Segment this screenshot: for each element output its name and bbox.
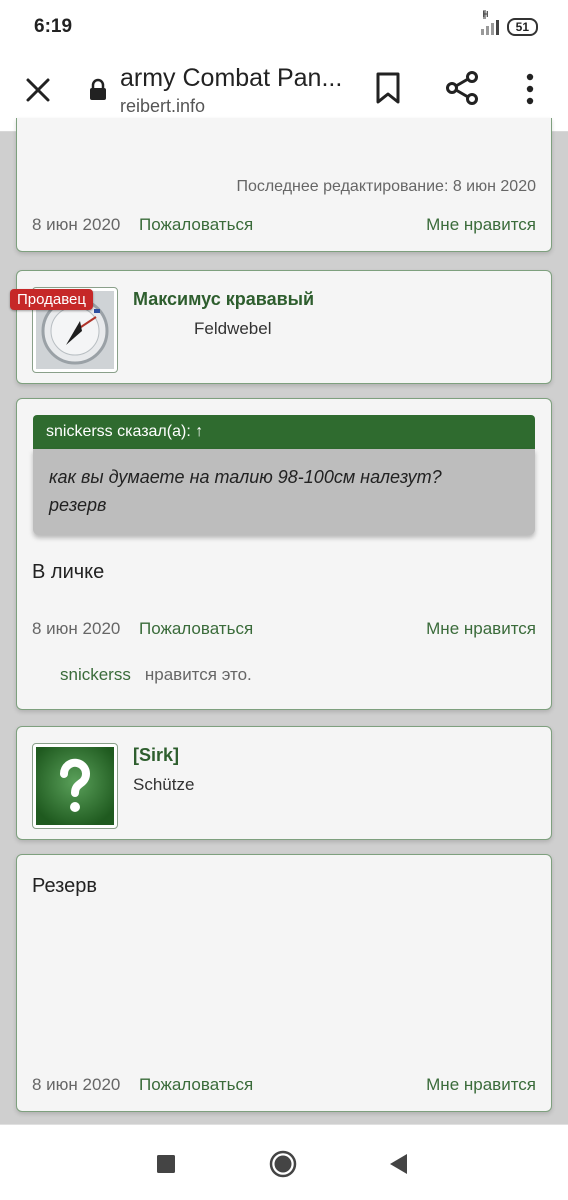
lock-icon	[90, 78, 106, 100]
user-card: [Sirk] Schütze	[16, 726, 552, 840]
post-card: Последнее редактирование: 8 июн 2020 8 и…	[16, 118, 552, 252]
last-edited: Последнее редактирование: 8 июн 2020	[236, 178, 536, 195]
post-text: Резерв	[32, 875, 97, 897]
more-menu-icon[interactable]	[518, 72, 542, 106]
signal-label: H	[482, 10, 489, 19]
like-link[interactable]: Мне нравится	[426, 619, 536, 639]
user-rank: Schütze	[133, 775, 195, 794]
page-url[interactable]: reibert.info	[120, 96, 205, 117]
report-link[interactable]: Пожаловаться	[139, 1075, 253, 1095]
question-mark-avatar-icon	[36, 747, 114, 825]
report-link[interactable]: Пожаловаться	[139, 215, 253, 235]
bookmark-icon[interactable]	[372, 70, 404, 106]
share-icon[interactable]	[444, 70, 480, 106]
report-link[interactable]: Пожаловаться	[139, 619, 253, 639]
likes-summary: snickerss нравится это.	[60, 665, 252, 685]
quote-body: как вы думаете на талию 98-100см налезут…	[33, 449, 535, 535]
post-date[interactable]: 8 июн 2020	[32, 1075, 120, 1095]
quote-header[interactable]: snickerss сказал(а): ↑	[33, 415, 535, 449]
quote-text-line: резерв	[49, 495, 107, 515]
post-card: snickerss сказал(а): ↑ как вы думаете на…	[16, 398, 552, 710]
username[interactable]: Максимус крававый	[133, 289, 314, 310]
post-text: В личке	[32, 561, 105, 583]
system-nav-bar	[0, 1124, 568, 1200]
likes-suffix: нравится это.	[144, 665, 252, 684]
status-time: 6:19	[34, 16, 73, 37]
recents-icon[interactable]	[151, 1149, 181, 1179]
post-card: Резерв 8 июн 2020 Пожаловаться Мне нрави…	[16, 854, 552, 1112]
status-icons: H 51	[480, 10, 538, 36]
post-date[interactable]: 8 июн 2020	[32, 215, 120, 235]
signal-icon: H	[480, 10, 499, 35]
like-link[interactable]: Мне нравится	[426, 1075, 536, 1095]
page-title[interactable]: army Combat Pan...	[120, 64, 342, 93]
user-card: Продавец Максимус крававый Feldwebel	[10, 270, 552, 384]
user-rank: Feldwebel	[194, 319, 272, 338]
post-date[interactable]: 8 июн 2020	[32, 619, 120, 639]
liked-by-user[interactable]: snickerss	[60, 665, 131, 684]
home-icon[interactable]	[268, 1149, 298, 1179]
back-icon[interactable]	[385, 1149, 415, 1179]
avatar[interactable]	[32, 743, 118, 829]
like-link[interactable]: Мне нравится	[426, 215, 536, 235]
battery-icon: 51	[506, 18, 538, 36]
username[interactable]: [Sirk]	[133, 745, 179, 766]
seller-badge: Продавец	[10, 289, 93, 310]
quote-text-line: как вы думаете на талию 98-100см налезут…	[49, 467, 442, 487]
close-icon[interactable]	[22, 74, 54, 106]
status-bar: 6:19 H 51	[0, 0, 568, 54]
